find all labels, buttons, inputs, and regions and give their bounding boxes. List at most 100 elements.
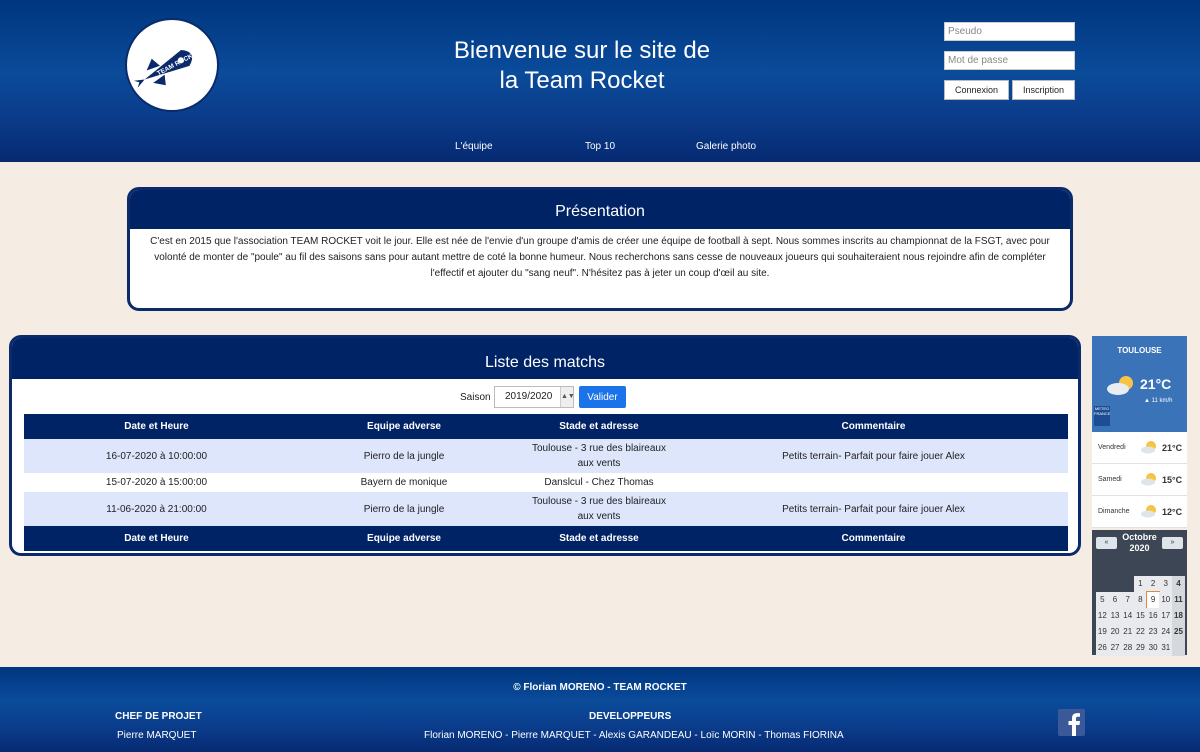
copyright: © Florian MORENO - TEAM ROCKET	[513, 682, 687, 693]
calendar-day[interactable]: 24	[1159, 624, 1173, 640]
login-button[interactable]: Connexion	[944, 80, 1009, 100]
partly-cloudy-icon	[1141, 473, 1156, 486]
calendar-day[interactable]: 12	[1096, 608, 1109, 624]
calendar-day[interactable]: 14	[1121, 608, 1135, 624]
calendar-day[interactable]: 16	[1146, 608, 1160, 624]
presentation-text: C'est en 2015 que l'association TEAM ROC…	[150, 236, 1050, 279]
calendar-day[interactable]: 11	[1172, 592, 1185, 608]
cell-stadium: Toulouse - 3 rue des blaireaux aux vents	[519, 439, 679, 473]
season-label: Saison	[460, 392, 491, 403]
weather-temp: 21°C	[1140, 376, 1172, 392]
facebook-glyph	[1068, 713, 1080, 736]
calendar-day[interactable]: 8	[1134, 592, 1147, 608]
calendar-day[interactable]: 30	[1146, 640, 1160, 656]
forecast-day-temp: 21°C	[1162, 443, 1183, 453]
nav-item-team[interactable]: L'équipe	[455, 141, 493, 152]
season-select-value: 2019/2020	[505, 391, 553, 402]
nav-item-top10[interactable]: Top 10	[585, 141, 615, 152]
cell-comment	[679, 473, 1068, 492]
table-row: 11-06-2020 à 21:00:00 Pierro de la jungl…	[24, 492, 1068, 526]
cell-stadium: Toulouse - 3 rue des blaireaux aux vents	[519, 492, 679, 526]
signup-button[interactable]: Inscription	[1012, 80, 1075, 100]
chevron-down-icon: ▲▼	[560, 387, 575, 407]
table-row: 15-07-2020 à 15:00:00 Bayern de monique …	[24, 473, 1068, 492]
weather-wind: ▲ 11 km/h	[1144, 398, 1173, 404]
forecast-day-name: Dimanche	[1098, 508, 1130, 515]
site-footer: © Florian MORENO - TEAM ROCKET CHEF DE P…	[0, 667, 1200, 752]
calendar-day[interactable]: 31	[1159, 640, 1173, 656]
table-header-row: Date et Heure Equipe adverse Stade et ad…	[24, 414, 1068, 439]
column-footer-date: Date et Heure	[24, 526, 289, 551]
pseudo-input[interactable]	[944, 22, 1075, 41]
calendar-day[interactable]: 25	[1172, 624, 1185, 640]
cell-date: 11-06-2020 à 21:00:00	[24, 492, 289, 526]
wind-arrow-icon: ▲	[1144, 398, 1152, 404]
meteo-france-badge: METEO FRANCE	[1094, 406, 1110, 426]
dev-title: DEVELOPPEURS	[589, 711, 672, 722]
matches-panel: Liste des matchs Saison 2019/2020 ▲▼ Val…	[9, 335, 1081, 556]
column-footer-comment: Commentaire	[679, 526, 1068, 551]
calendar-day[interactable]: 15	[1134, 608, 1147, 624]
calendar-day[interactable]: 28	[1121, 640, 1135, 656]
site-title-line2: la Team Rocket	[499, 67, 665, 94]
calendar-day[interactable]: 6	[1108, 592, 1122, 608]
calendar-day[interactable]: 21	[1121, 624, 1135, 640]
chef-name: Pierre MARQUET	[117, 730, 197, 741]
calendar-day[interactable]: 4	[1172, 576, 1185, 592]
dev-names: Florian MORENO - Pierre MARQUET - Alexis…	[424, 730, 844, 741]
calendar-day[interactable]: 19	[1096, 624, 1109, 640]
partly-cloudy-icon	[1107, 376, 1133, 395]
facebook-icon[interactable]	[1058, 709, 1085, 736]
calendar-empty-cell	[1121, 576, 1134, 592]
season-select[interactable]: 2019/2020 ▲▼	[494, 386, 575, 408]
table-row: 16-07-2020 à 10:00:00 Pierro de la jungl…	[24, 439, 1068, 473]
site-header: TEAM ROCKET Bienvenue sur le site de la …	[0, 0, 1200, 162]
password-input[interactable]	[944, 51, 1075, 70]
calendar-day[interactable]: 9	[1145, 591, 1161, 609]
calendar-day[interactable]: 7	[1121, 592, 1135, 608]
calendar-day[interactable]: 18	[1172, 608, 1185, 624]
cell-team: Pierro de la jungle	[289, 439, 519, 473]
calendar-empty-cell	[1096, 576, 1109, 592]
calendar-day[interactable]: 13	[1108, 608, 1122, 624]
site-title: Bienvenue sur le site de la Team Rocket	[400, 36, 764, 96]
forecast-day: Samedi 15°C	[1092, 464, 1187, 496]
calendar-day[interactable]: 22	[1134, 624, 1147, 640]
validate-button[interactable]: Valider	[579, 386, 626, 408]
team-rocket-logo[interactable]: TEAM ROCKET	[125, 18, 219, 112]
calendar-empty-cell	[1109, 576, 1122, 592]
weather-current: TOULOUSE 21°C ▲ 11 km/h METEO FRANCE	[1092, 336, 1187, 432]
login-form: Connexion Inscription	[944, 22, 1075, 100]
column-footer-team: Equipe adverse	[289, 526, 519, 551]
column-header-date: Date et Heure	[24, 414, 289, 439]
calendar-next-button[interactable]: »	[1162, 537, 1183, 549]
calendar-day[interactable]: 1	[1134, 576, 1147, 592]
forecast-day-name: Vendredi	[1098, 444, 1126, 451]
column-header-team: Equipe adverse	[289, 414, 519, 439]
nav-item-gallery[interactable]: Galerie photo	[696, 141, 756, 152]
column-header-comment: Commentaire	[679, 414, 1068, 439]
weather-wind-value: 11 km/h	[1151, 398, 1173, 404]
partly-cloudy-icon	[1141, 441, 1156, 454]
calendar-day[interactable]: 29	[1134, 640, 1147, 656]
calendar-day[interactable]: 23	[1146, 624, 1160, 640]
calendar-day[interactable]: 5	[1096, 592, 1109, 608]
calendar-day[interactable]: 3	[1159, 576, 1173, 592]
forecast-day-name: Samedi	[1098, 476, 1122, 483]
season-filter: Saison 2019/2020 ▲▼ Valider	[12, 386, 1078, 408]
chef-title: CHEF DE PROJET	[115, 711, 202, 722]
calendar-day[interactable]: 10	[1159, 592, 1173, 608]
site-title-line1: Bienvenue sur le site de	[453, 37, 711, 64]
calendar-day[interactable]: 17	[1159, 608, 1173, 624]
presentation-title: Présentation	[130, 190, 1070, 229]
calendar-widget: « Octobre 2020 » 1 2 3 4 5 6 7 8 9 10 11 12 13 14 15 16…	[1092, 530, 1187, 656]
cell-stadium: Danslcul - Chez Thomas	[544, 477, 654, 488]
calendar-day[interactable]: 26	[1096, 640, 1109, 656]
cell-comment: Petits terrain- Parfait pour faire jouer…	[679, 492, 1068, 526]
calendar-day[interactable]: 20	[1108, 624, 1122, 640]
matches-title: Liste des matchs	[12, 338, 1078, 379]
forecast-day: Vendredi 21°C	[1092, 432, 1187, 464]
calendar-grid: 1 2 3 4 5 6 7 8 9 10 11 12 13 14 15 16 17 18 19 20 21 22 23 24 2…	[1096, 576, 1185, 656]
calendar-day[interactable]: 27	[1108, 640, 1122, 656]
calendar-day[interactable]: 2	[1146, 576, 1160, 592]
